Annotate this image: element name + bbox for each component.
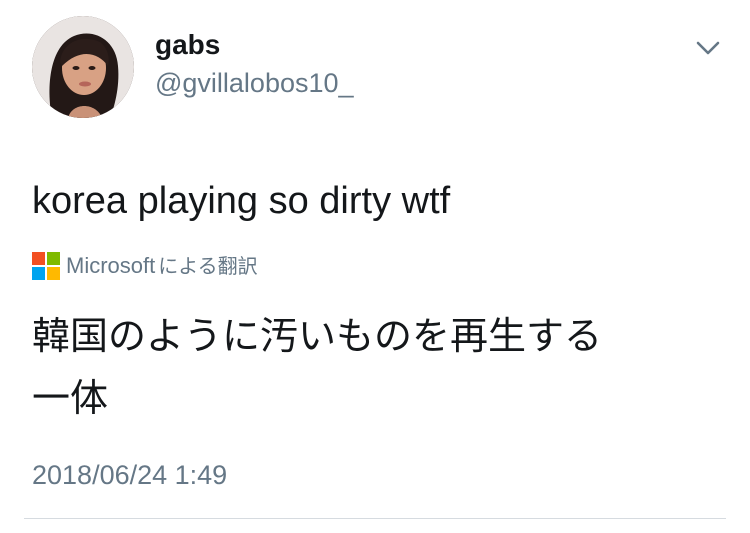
divider: [24, 518, 726, 519]
translation-provider-suffix: による翻訳: [158, 254, 258, 278]
translated-line: 韓国のように汚いものを再生する: [32, 314, 603, 358]
translation-attribution[interactable]: Microsoft による翻訳: [32, 250, 258, 282]
tweet-text: korea playing so dirty wtf: [32, 180, 451, 222]
microsoft-logo-icon: [32, 252, 60, 280]
chevron-down-icon[interactable]: [692, 36, 724, 60]
avatar[interactable]: [32, 16, 134, 118]
tweet-timestamp[interactable]: 2018/06/24 1:49: [32, 458, 227, 492]
translated-line: 一体: [32, 376, 109, 420]
display-name[interactable]: gabs: [155, 28, 220, 62]
translated-text: 韓国のように汚いものを再生する 一体: [32, 305, 722, 429]
tweet-card: gabs @gvillalobos10_ korea playing so di…: [0, 0, 750, 533]
avatar-image: [32, 16, 134, 118]
translation-provider: Microsoft: [66, 253, 156, 278]
user-handle[interactable]: @gvillalobos10_: [155, 66, 354, 100]
